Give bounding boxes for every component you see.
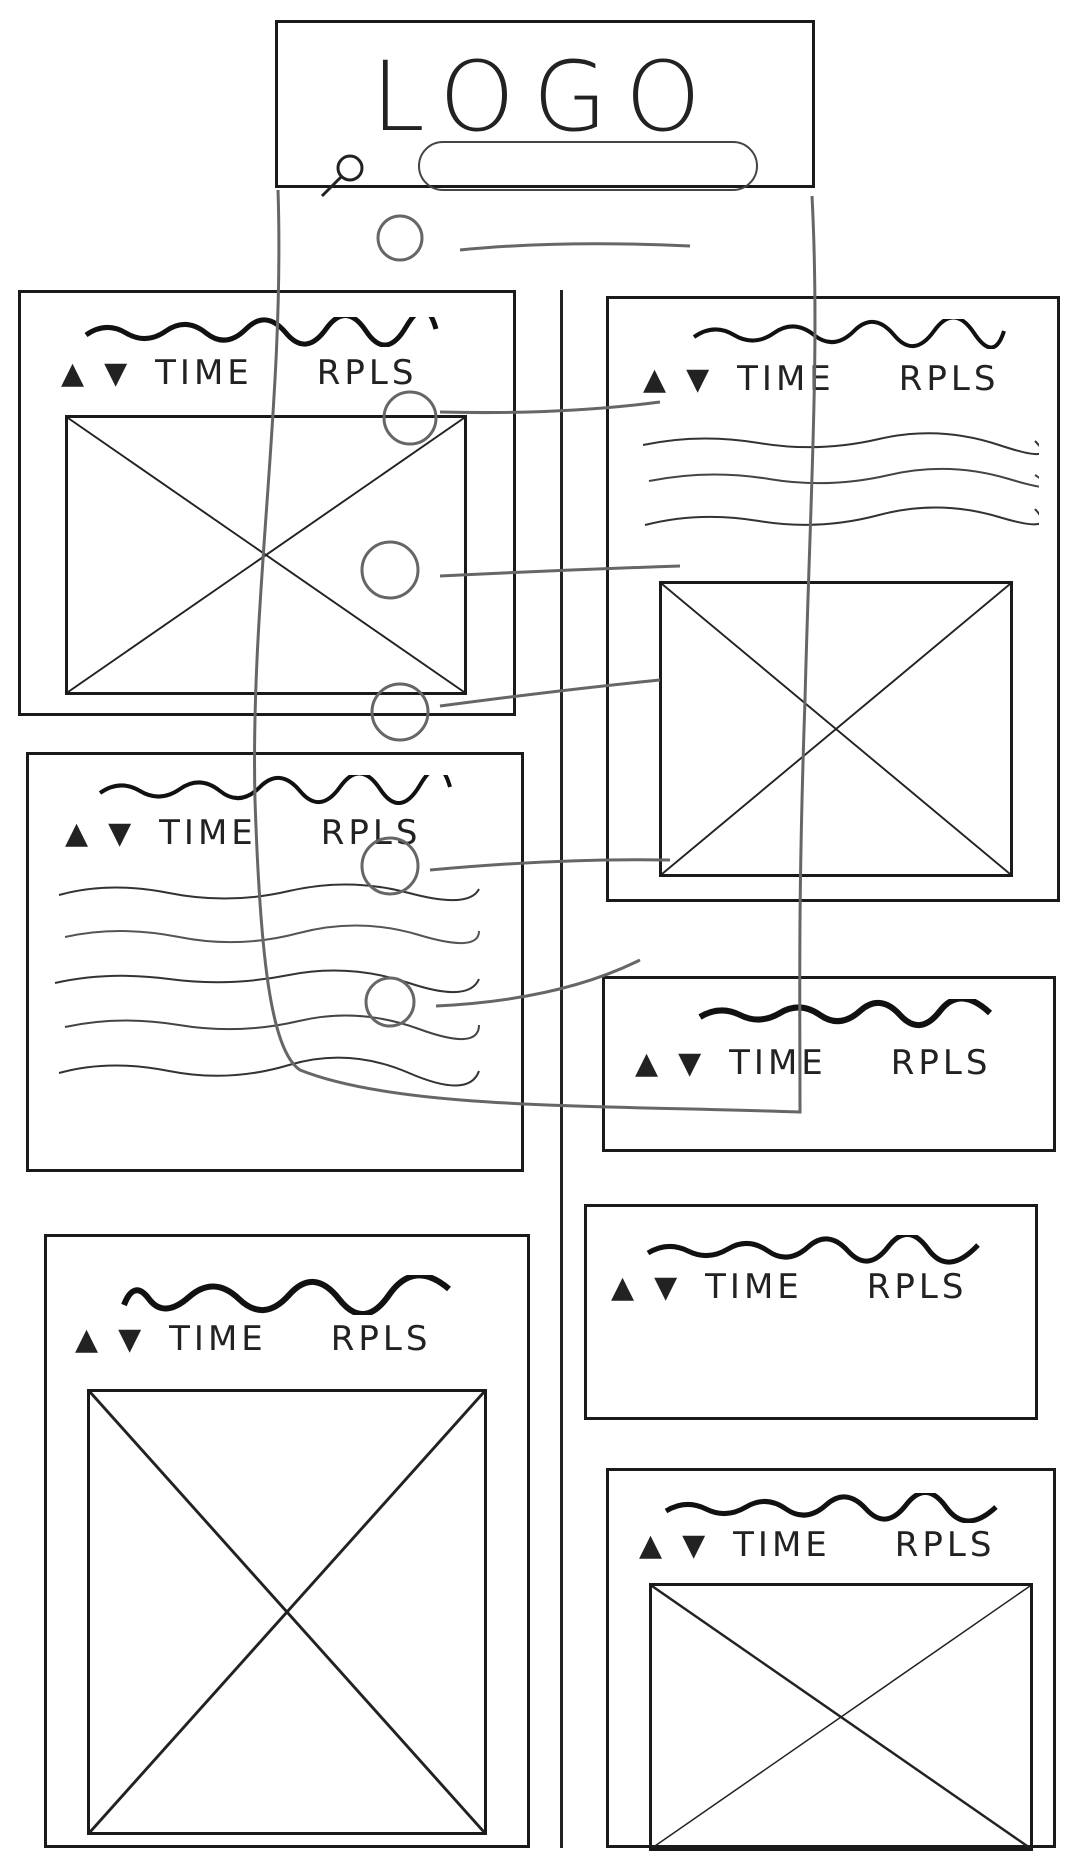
search-icon[interactable] <box>316 148 372 204</box>
post-title[interactable] <box>695 999 995 1029</box>
upvote-icon[interactable]: ▲ <box>635 1046 662 1081</box>
downvote-icon[interactable]: ▼ <box>654 1270 681 1305</box>
post-meta: ▲ ▼ TIME RPLS <box>587 1267 1035 1307</box>
post-title[interactable] <box>95 775 455 805</box>
column-divider <box>560 290 563 1848</box>
post-meta: ▲ ▼ TIME RPLS <box>21 353 513 393</box>
image-placeholder[interactable] <box>659 581 1013 877</box>
post-time: TIME <box>159 813 257 853</box>
downvote-icon[interactable]: ▼ <box>686 362 713 397</box>
post-title[interactable] <box>689 319 1009 349</box>
post-card-image[interactable]: ▲ ▼ TIME RPLS <box>606 1468 1056 1851</box>
post-card-text-image[interactable]: ▲ ▼ TIME RPLS <box>606 296 1060 902</box>
post-meta: ▲ ▼ TIME RPLS <box>609 1525 1053 1565</box>
search-input[interactable] <box>418 141 758 191</box>
post-time: TIME <box>737 359 835 399</box>
post-title[interactable] <box>643 1235 983 1265</box>
downvote-icon[interactable]: ▼ <box>678 1046 705 1081</box>
post-time: TIME <box>169 1319 267 1359</box>
post-card-image[interactable]: ▲ ▼ TIME RPLS <box>18 290 516 716</box>
post-time: TIME <box>729 1043 827 1083</box>
upvote-icon[interactable]: ▲ <box>643 362 670 397</box>
post-card-image[interactable]: ▲ ▼ TIME RPLS <box>44 1234 530 1848</box>
logo[interactable]: LOGO <box>278 41 812 153</box>
post-body-text <box>642 432 1039 526</box>
post-card-text[interactable]: ▲ ▼ TIME RPLS <box>26 752 524 1172</box>
upvote-icon[interactable]: ▲ <box>65 816 92 851</box>
image-placeholder[interactable] <box>87 1389 487 1835</box>
post-time: TIME <box>155 353 253 393</box>
downvote-icon[interactable]: ▼ <box>104 356 131 391</box>
post-time: TIME <box>733 1525 831 1565</box>
post-replies[interactable]: RPLS <box>321 813 422 853</box>
downvote-icon[interactable]: ▼ <box>108 816 135 851</box>
post-replies[interactable]: RPLS <box>895 1525 996 1565</box>
post-meta: ▲ ▼ TIME RPLS <box>47 1319 527 1359</box>
post-replies[interactable]: RPLS <box>317 353 418 393</box>
post-title[interactable] <box>119 1275 459 1315</box>
post-time: TIME <box>705 1267 803 1307</box>
post-body-text <box>54 883 480 1087</box>
upvote-icon[interactable]: ▲ <box>639 1528 666 1563</box>
post-meta: ▲ ▼ TIME RPLS <box>609 359 1057 399</box>
post-meta: ▲ ▼ TIME RPLS <box>29 813 521 853</box>
post-replies[interactable]: RPLS <box>331 1319 432 1359</box>
downvote-icon[interactable]: ▼ <box>682 1528 709 1563</box>
upvote-icon[interactable]: ▲ <box>611 1270 638 1305</box>
image-placeholder[interactable] <box>649 1583 1033 1851</box>
post-card-compact[interactable]: ▲ ▼ TIME RPLS <box>584 1204 1038 1420</box>
upvote-icon[interactable]: ▲ <box>61 356 88 391</box>
upvote-icon[interactable]: ▲ <box>75 1322 102 1357</box>
post-replies[interactable]: RPLS <box>891 1043 992 1083</box>
post-replies[interactable]: RPLS <box>899 359 1000 399</box>
post-replies[interactable]: RPLS <box>867 1267 968 1307</box>
downvote-icon[interactable]: ▼ <box>118 1322 145 1357</box>
post-card-compact[interactable]: ▲ ▼ TIME RPLS <box>602 976 1056 1152</box>
post-title[interactable] <box>661 1493 1001 1523</box>
image-placeholder[interactable] <box>65 415 467 695</box>
post-meta: ▲ ▼ TIME RPLS <box>605 1043 1053 1083</box>
post-title[interactable] <box>81 317 441 347</box>
header-bar: LOGO <box>275 20 815 198</box>
